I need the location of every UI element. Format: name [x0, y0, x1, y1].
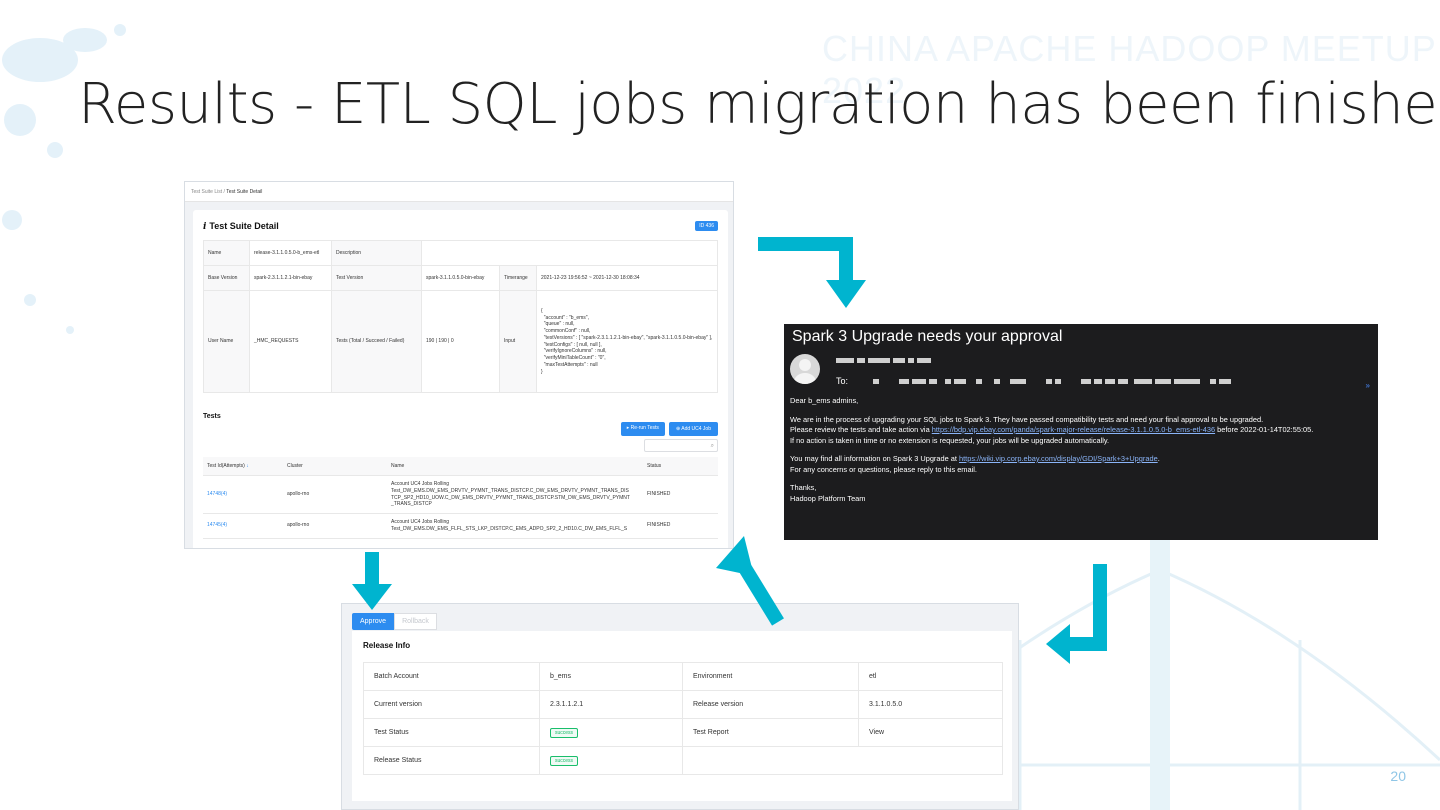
tests-search-input[interactable]: ⌕	[644, 439, 718, 452]
table-row: 14748(4) apollo-rno Account UC4 Jobs Rol…	[203, 475, 718, 514]
value-test-version: spark-3.1.1.0.5.0-bin-ebay	[421, 265, 500, 291]
arrow-down-icon	[352, 552, 392, 610]
value-name: release-3.1.1.0.5.0-b_ems-etl	[249, 240, 332, 266]
column-header: Name	[387, 457, 643, 476]
label-tests-total: Tests (Total / Succeed / Failed)	[331, 290, 422, 393]
value-release-status: success	[539, 746, 683, 775]
label-environment: Environment	[682, 662, 859, 691]
cluster-cell: apollo-rno	[283, 475, 387, 514]
arrow-down-left-icon	[1046, 564, 1107, 664]
test-name-cell: Account UC4 Jobs Rolling Test_DW_EMS.DW_…	[387, 513, 643, 539]
label-base-version: Base Version	[203, 265, 250, 291]
sort-down-icon[interactable]: ↓	[246, 463, 249, 469]
release-info-card: Release Info Batch Account b_ems Environ…	[352, 631, 1012, 801]
value-test-status: success	[539, 718, 683, 747]
suite-id-badge: ID 436	[695, 221, 718, 231]
search-icon: ⌕	[710, 443, 714, 449]
table-row: Batch Account b_ems Environment etl	[363, 662, 1003, 691]
release-info-table: Batch Account b_ems Environment etl Curr…	[363, 662, 1003, 775]
email-paragraph: We are in the process of upgrading your …	[790, 414, 1314, 445]
test-id-link[interactable]: 14745(4)	[203, 513, 283, 539]
tests-section-title: Tests	[203, 413, 221, 420]
empty-cell	[682, 746, 1003, 775]
view-report-link[interactable]: View	[858, 718, 1003, 747]
cluster-cell: apollo-rno	[283, 513, 387, 539]
release-link[interactable]: https://bdp.vip.ebay.com/panda/spark-maj…	[932, 425, 1215, 434]
value-release-version: 3.1.1.0.5.0	[858, 690, 1003, 719]
label-name: Name	[203, 240, 250, 266]
email-paragraph: You may find all information on Spark 3 …	[790, 454, 1160, 474]
label-current-version: Current version	[363, 690, 540, 719]
table-row: 14745(4) apollo-rno Account UC4 Jobs Rol…	[203, 513, 718, 539]
arrow-right-down-icon	[758, 237, 866, 308]
page-number: 20	[1390, 768, 1406, 784]
email-body: Dear b_ems admins, We are in the process…	[790, 396, 1372, 504]
status-cell: FINISHED	[643, 475, 718, 514]
label-input: Input	[499, 290, 537, 393]
suite-detail-table: Name release-3.1.1.0.5.0-b_ems-etl Descr…	[203, 240, 718, 393]
column-header: Cluster	[283, 457, 387, 476]
breadcrumb-current: Test Suite Detail	[226, 189, 263, 195]
email-subject: Spark 3 Upgrade needs your approval	[792, 328, 1063, 345]
value-current-version: 2.3.1.1.2.1	[539, 690, 683, 719]
label-description: Description	[331, 240, 422, 266]
label-test-report: Test Report	[682, 718, 859, 747]
add-uc4-job-button[interactable]: ⊕ Add UC4 Job	[668, 422, 718, 436]
table-row: Release Status success	[363, 746, 1003, 775]
approve-button[interactable]: Approve	[352, 613, 395, 630]
email-to-row: To:	[836, 376, 1234, 386]
label-release-status: Release Status	[363, 746, 540, 775]
test-id-link[interactable]: 14748(4)	[203, 475, 283, 514]
test-name-cell: Account UC4 Jobs Rolling Test_DW_EMS.DW_…	[387, 475, 643, 514]
avatar	[790, 354, 820, 384]
label-timerange: Timerange	[499, 265, 537, 291]
value-tests-total: 190 | 190 | 0	[421, 290, 500, 393]
breadcrumb: Test Suite List / Test Suite Detail	[185, 182, 733, 202]
email-signature: Thanks, Hadoop Platform Team	[790, 483, 866, 503]
table-row: Test Status success Test Report View	[363, 718, 1003, 747]
status-badge: success	[550, 727, 579, 738]
status-badge: success	[550, 755, 579, 766]
tests-table: Test Id(Attempts) ↓ Cluster Name Status …	[203, 457, 718, 539]
info-icon: i	[203, 221, 207, 232]
rollback-button[interactable]: Rollback	[394, 613, 437, 630]
label-test-version: Test Version	[331, 265, 422, 291]
wiki-link[interactable]: https://wiki.vip.corp.ebay.com/display/G…	[959, 454, 1158, 463]
approval-email-screenshot: Spark 3 Upgrade needs your approval To: …	[784, 324, 1378, 540]
label-user-name: User Name	[203, 290, 250, 393]
release-info-screenshot: Approve Rollback Release Info Batch Acco…	[341, 603, 1019, 810]
value-input: { "account" : "b_ems", "queue" : null, "…	[536, 290, 718, 393]
test-suite-title: i Test Suite Detail	[203, 220, 279, 232]
arrow-up-icon	[716, 536, 784, 626]
label-release-version: Release version	[682, 690, 859, 719]
release-info-title: Release Info	[363, 641, 411, 650]
value-user-name: _HMC_REQUESTS	[249, 290, 332, 393]
test-suite-detail-screenshot: Test Suite List / Test Suite Detail i Tes…	[184, 181, 734, 549]
redacted-sender	[836, 352, 1234, 370]
value-batch-account: b_ems	[539, 662, 683, 691]
label-test-status: Test Status	[363, 718, 540, 747]
value-environment: etl	[858, 662, 1003, 691]
email-greeting: Dear b_ems admins,	[790, 396, 859, 405]
test-suite-card: i Test Suite Detail ID 436 Name release-3…	[193, 210, 728, 548]
label-batch-account: Batch Account	[363, 662, 540, 691]
value-timerange: 2021-12-23 19:56:52 ~ 2021-12-30 18:08:3…	[536, 265, 718, 291]
rerun-tests-button[interactable]: ▸ Re-run Tests	[620, 422, 665, 436]
column-header[interactable]: Test Id(Attempts) ↓	[203, 457, 283, 476]
breadcrumb-root[interactable]: Test Suite List	[191, 189, 222, 195]
value-description	[421, 240, 718, 266]
status-cell: FINISHED	[643, 513, 718, 539]
table-row: Current version 2.3.1.1.2.1 Release vers…	[363, 690, 1003, 719]
value-base-version: spark-2.3.1.1.2.1-bin-ebay	[249, 265, 332, 291]
column-header: Status	[643, 457, 718, 476]
expand-recipients-icon[interactable]: »	[1366, 381, 1370, 390]
slide-title: Results - ETL SQL jobs migration has bee…	[78, 72, 1440, 137]
